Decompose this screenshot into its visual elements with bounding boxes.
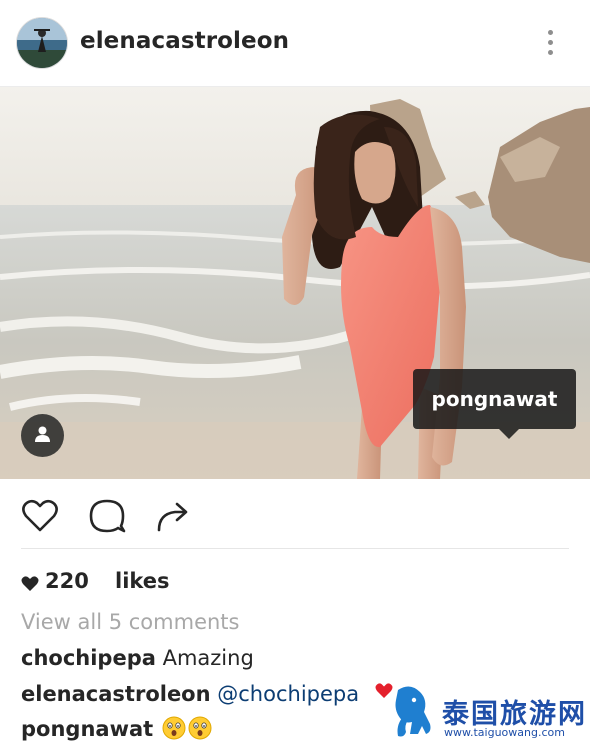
watermark-site-url: www.taiguowang.com (444, 726, 565, 739)
action-divider (21, 548, 569, 549)
astonished-emoji-icon (162, 716, 186, 740)
person-icon (35, 426, 50, 442)
photo-tag-label: pongnawat (431, 387, 558, 411)
heart-outline-icon[interactable] (20, 496, 60, 536)
heart-filled-icon (21, 576, 39, 591)
share-arrow-icon[interactable] (153, 496, 193, 536)
post-header: elenacastroleon (0, 0, 590, 87)
comment-author[interactable]: elenacastroleon (21, 682, 211, 706)
avatar-image (17, 18, 67, 68)
comment-mention[interactable]: @chochipepa (217, 682, 359, 706)
comment-bubble-icon[interactable] (87, 496, 127, 536)
comment-author[interactable]: chochipepa (21, 646, 156, 670)
post-photo[interactable]: pongnawat (0, 87, 590, 479)
astonished-emoji-icon (188, 716, 212, 740)
site-watermark: 泰国旅游网 www.taiguowang.com (374, 678, 586, 742)
view-all-comments-link[interactable]: View all 5 comments (21, 610, 239, 634)
post-username[interactable]: elenacastroleon (80, 28, 289, 54)
photo-user-tag[interactable]: pongnawat (413, 369, 576, 439)
likes-number: 220 (45, 569, 89, 593)
comment-item: pongnawat (21, 716, 212, 741)
more-vertical-icon[interactable] (536, 26, 564, 60)
action-bar (0, 479, 590, 551)
likes-label: likes (115, 569, 170, 593)
profile-avatar[interactable] (16, 17, 68, 69)
comment-item: chochipepa Amazing (21, 646, 254, 670)
watermark-logo-icon (375, 683, 431, 737)
comment-text: Amazing (162, 646, 254, 670)
comment-item: elenacastroleon @chochipepa (21, 682, 359, 706)
comment-author[interactable]: pongnawat (21, 717, 153, 741)
user-tags-button[interactable] (21, 414, 64, 457)
